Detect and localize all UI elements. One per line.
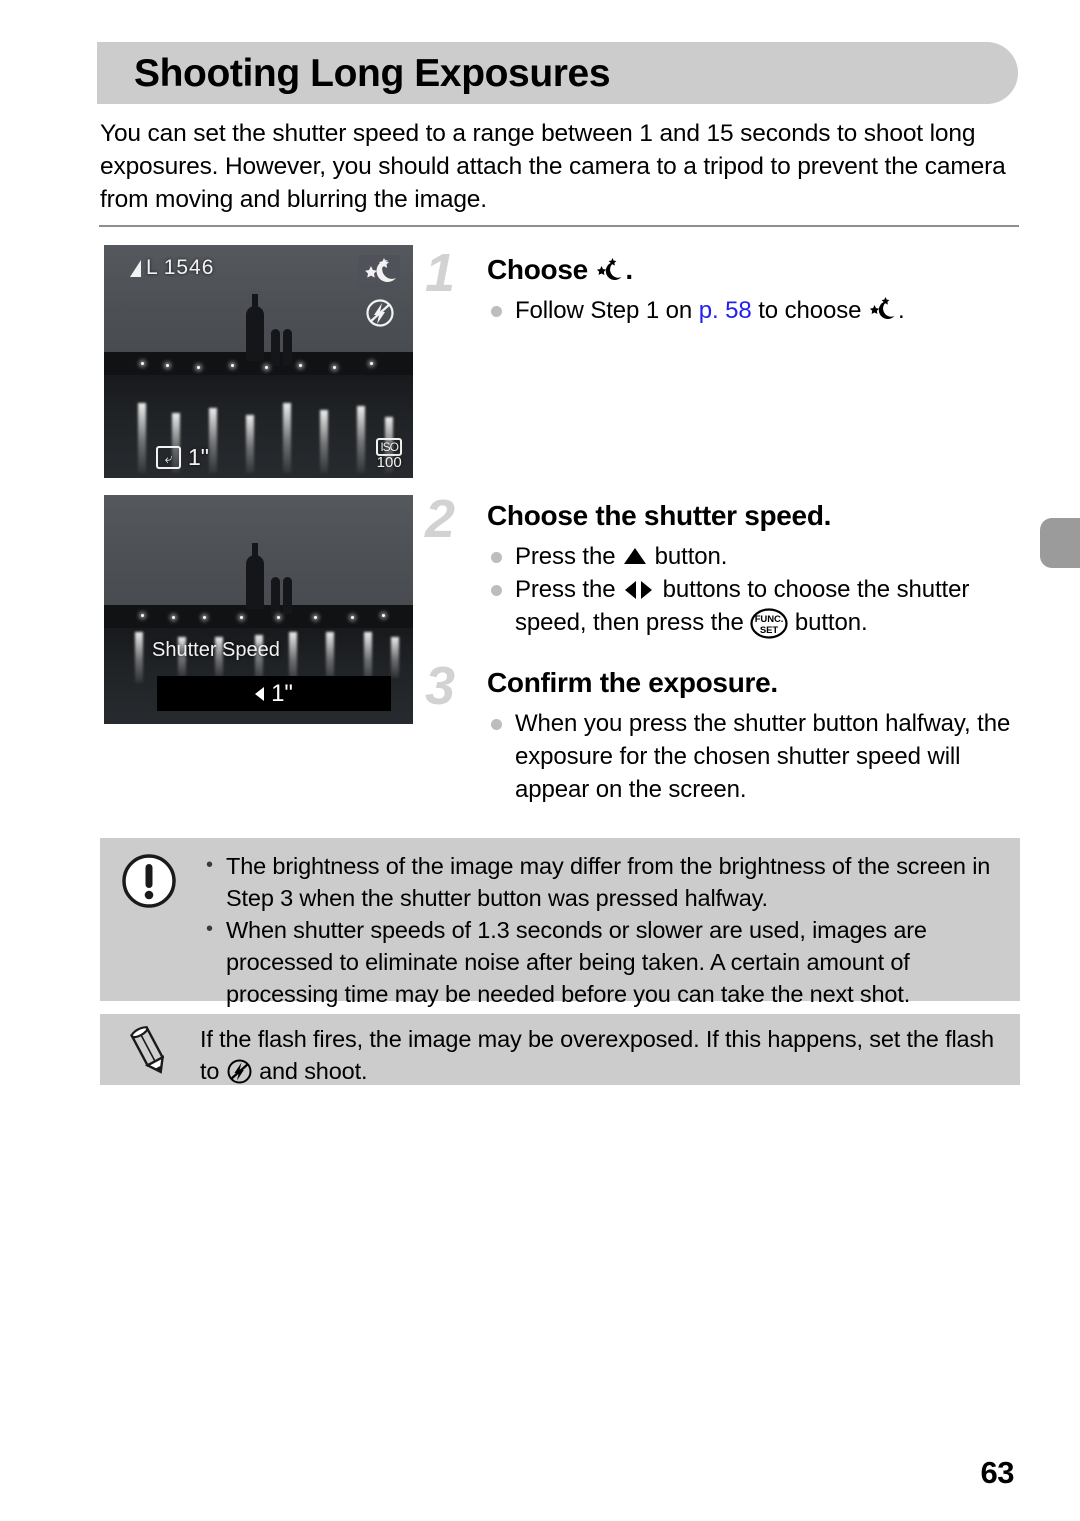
page-reference-link[interactable]: p. 58 xyxy=(699,297,752,324)
step-2-bullet-2: Press the buttons to choose the shutter … xyxy=(487,573,1025,639)
city-light xyxy=(369,361,373,365)
light-reflection xyxy=(326,632,335,681)
step-1-body: Follow Step 1 on p. 58 to choose . xyxy=(487,294,1025,327)
long-shutter-stars-moon-icon xyxy=(868,297,898,322)
caution-item-1: The brightness of the image may differ f… xyxy=(200,849,1002,914)
svg-text:FUNC.: FUNC. xyxy=(755,614,784,625)
spire-silhouette xyxy=(283,577,293,615)
bullet-suffix: button. xyxy=(788,609,868,636)
iso-value: 100 xyxy=(376,454,402,471)
func-set-button-icon: FUNC. SET xyxy=(750,608,788,639)
city-light xyxy=(332,366,336,370)
chapter-index-tab xyxy=(1040,518,1080,568)
exposure-shutter-readout: ⤶ 1" xyxy=(156,446,209,469)
spire-silhouette xyxy=(283,328,293,367)
light-reflection xyxy=(357,405,366,474)
long-shutter-stars-moon-icon xyxy=(358,255,400,289)
bullet-middle: to choose xyxy=(751,297,868,324)
long-shutter-stars-moon-icon xyxy=(595,256,625,281)
shutter-speed-label: Shutter Speed xyxy=(152,639,280,661)
city-light xyxy=(298,363,302,367)
water-region xyxy=(104,375,413,478)
city-light xyxy=(196,366,200,370)
spire-silhouette xyxy=(270,577,280,615)
step-1-bullet-1: Follow Step 1 on p. 58 to choose . xyxy=(487,294,1025,327)
step-2-body: Press the button. Press the buttons to c… xyxy=(487,540,1025,639)
camera-screen-shutter-speed-selection: Shutter Speed 1" xyxy=(104,495,413,724)
intro-paragraph: You can set the shutter speed to a range… xyxy=(100,120,1006,213)
spire-silhouette xyxy=(270,328,280,367)
church-tower-silhouette xyxy=(246,293,265,362)
light-reflection xyxy=(283,403,292,474)
shots-remaining-value: 1546 xyxy=(163,256,215,279)
left-arrow-icon[interactable] xyxy=(255,686,265,701)
bullet-prefix: Press the xyxy=(515,543,623,570)
svg-text:SET: SET xyxy=(760,625,778,636)
page-title: Shooting Long Exposures xyxy=(134,52,611,95)
city-light xyxy=(264,366,268,370)
shutter-speed-value: 1" xyxy=(188,444,209,470)
note-suffix: and shoot. xyxy=(252,1058,368,1084)
light-reflection xyxy=(137,403,146,474)
bullet-prefix: Follow Step 1 on xyxy=(515,297,699,324)
bullet-suffix: . xyxy=(897,297,905,324)
left-right-arrow-buttons-icon xyxy=(622,576,656,599)
light-reflection xyxy=(134,632,143,683)
light-reflection xyxy=(209,408,218,474)
caution-item-2: When shutter speeds of 1.3 seconds or sl… xyxy=(200,913,1002,1010)
light-reflection xyxy=(246,415,255,474)
note-list: If the flash fires, the image may be ove… xyxy=(200,1023,1002,1087)
compression-wedge-icon xyxy=(130,259,141,277)
up-arrow-button-icon xyxy=(624,548,647,564)
step-3-title: Confirm the exposure. xyxy=(487,667,778,698)
bullet-prefix: Press the xyxy=(515,576,623,603)
camera-screen-shooting-display: L 1546 ⤶ 1" ISO 100 xyxy=(104,245,413,478)
step-2-title: Choose the shutter speed. xyxy=(487,500,832,531)
shutter-speed-selected-value: 1" xyxy=(271,679,293,707)
flash-off-icon xyxy=(364,297,396,329)
city-light xyxy=(165,363,169,367)
light-reflection xyxy=(391,636,400,679)
caution-box: The brightness of the image may differ f… xyxy=(100,838,1020,1007)
step-3-bullet-1: When you press the shutter button halfwa… xyxy=(487,707,1025,806)
pencil-icon xyxy=(120,1022,178,1080)
city-light xyxy=(141,361,145,365)
step-3-number: 3 xyxy=(425,656,456,716)
image-size-label: L xyxy=(146,256,159,279)
note-text: If the flash fires, the image may be ove… xyxy=(200,1023,1002,1087)
step-1-title-suffix: . xyxy=(625,254,633,285)
shutter-speed-value-bar[interactable]: 1" xyxy=(157,676,391,711)
caution-list: The brightness of the image may differ f… xyxy=(200,849,1002,1010)
page-number: 63 xyxy=(980,1455,1015,1490)
step-1-title: Choose . xyxy=(487,252,633,288)
step-2-bullet-1: Press the button. xyxy=(487,540,1025,573)
bullet-suffix: button. xyxy=(648,543,728,570)
church-tower-silhouette xyxy=(246,542,265,610)
iso-indicator: ISO 100 xyxy=(376,438,402,470)
step-1-number: 1 xyxy=(425,243,456,303)
light-reflection xyxy=(320,410,329,474)
image-quality-indicator: L 1546 xyxy=(130,256,214,280)
step-3-body: When you press the shutter button halfwa… xyxy=(487,707,1025,806)
step-2-number: 2 xyxy=(425,489,456,549)
note-box: If the flash fires, the image may be ove… xyxy=(100,1014,1020,1085)
exposure-compensation-icon: ⤶ xyxy=(156,446,181,469)
step-1-title-prefix: Choose xyxy=(487,254,596,285)
city-light xyxy=(230,363,234,367)
section-divider xyxy=(99,225,1019,227)
flash-off-icon xyxy=(226,1058,253,1085)
exclamation-circle-icon xyxy=(120,852,178,910)
